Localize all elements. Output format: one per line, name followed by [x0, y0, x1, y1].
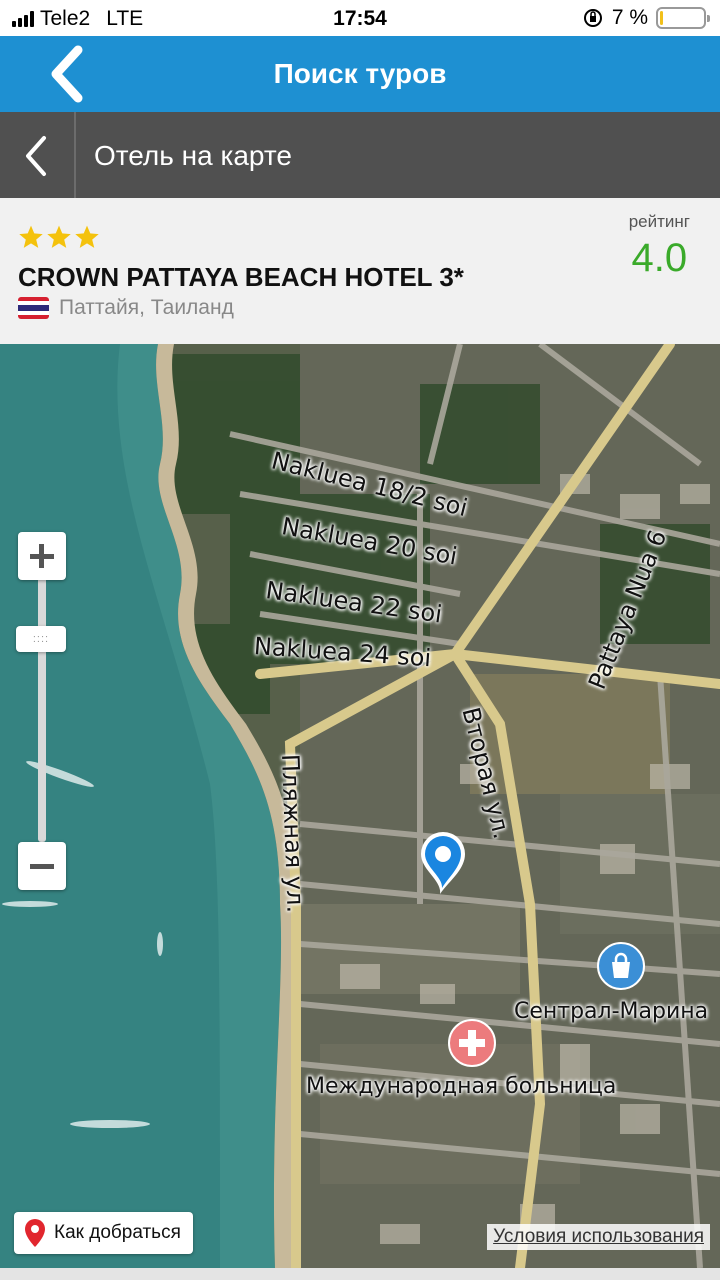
zoom-in-button[interactable] [18, 532, 66, 580]
shopping-bag-icon[interactable] [596, 941, 646, 991]
app-header: Поиск туров [0, 36, 720, 112]
hotel-location: Паттайя, Таиланд [18, 296, 234, 320]
map-pin-icon [25, 1219, 45, 1247]
zoom-control: :::: [16, 532, 66, 890]
sub-header-back-button[interactable] [0, 112, 76, 198]
location-label: Паттайя, Таиланд [59, 296, 234, 319]
rating-label: рейтинг [628, 212, 690, 231]
plus-icon-vertical [39, 544, 44, 568]
zoom-track[interactable] [38, 572, 46, 842]
thailand-flag-icon [18, 297, 49, 319]
star-icon [19, 225, 43, 248]
get-directions-button[interactable]: Как добраться [14, 1212, 193, 1254]
battery-fill [660, 11, 663, 25]
header-title: Поиск туров [273, 58, 447, 89]
zoom-out-button[interactable] [18, 842, 66, 890]
orientation-lock-icon [583, 9, 602, 27]
hospital-cross-icon[interactable] [447, 1018, 497, 1068]
chevron-left-icon [26, 136, 46, 176]
hotel-stars [18, 224, 100, 250]
bottom-strip [0, 1268, 720, 1280]
poi-label: Сентрал-Марина [514, 999, 709, 1024]
hotel-name: CROWN PATTAYA BEACH HOTEL 3* [18, 262, 464, 292]
star-icon [75, 225, 99, 248]
sub-header: Отель на карте [0, 112, 720, 198]
star-icon [47, 225, 71, 248]
battery-icon [656, 7, 710, 29]
rating-value: 4.0 [631, 236, 688, 280]
zoom-slider-thumb[interactable]: :::: [16, 626, 66, 652]
battery-percent: 7 % [611, 6, 648, 29]
minus-icon [30, 864, 54, 869]
hotel-rating: рейтинг 4.0 [629, 212, 690, 281]
status-bar: Tele2 LTE 17:54 7 % [0, 0, 720, 36]
status-right: 7 % [582, 6, 710, 30]
poi-label: Международная больница [306, 1074, 617, 1099]
hotel-info-panel: CROWN PATTAYA BEACH HOTEL 3* Паттайя, Та… [0, 198, 720, 344]
hotel-location-pin-icon[interactable] [418, 830, 468, 896]
terms-of-use-link[interactable]: Условия использования [487, 1224, 710, 1250]
get-directions-label: Как добраться [54, 1222, 181, 1243]
street-label: Пляжная ул. [276, 753, 310, 914]
sub-header-title: Отель на карте [94, 140, 292, 171]
map-view[interactable]: Naklueа 18/2 soi Naklueа 20 soi Naklueа … [0, 344, 720, 1268]
